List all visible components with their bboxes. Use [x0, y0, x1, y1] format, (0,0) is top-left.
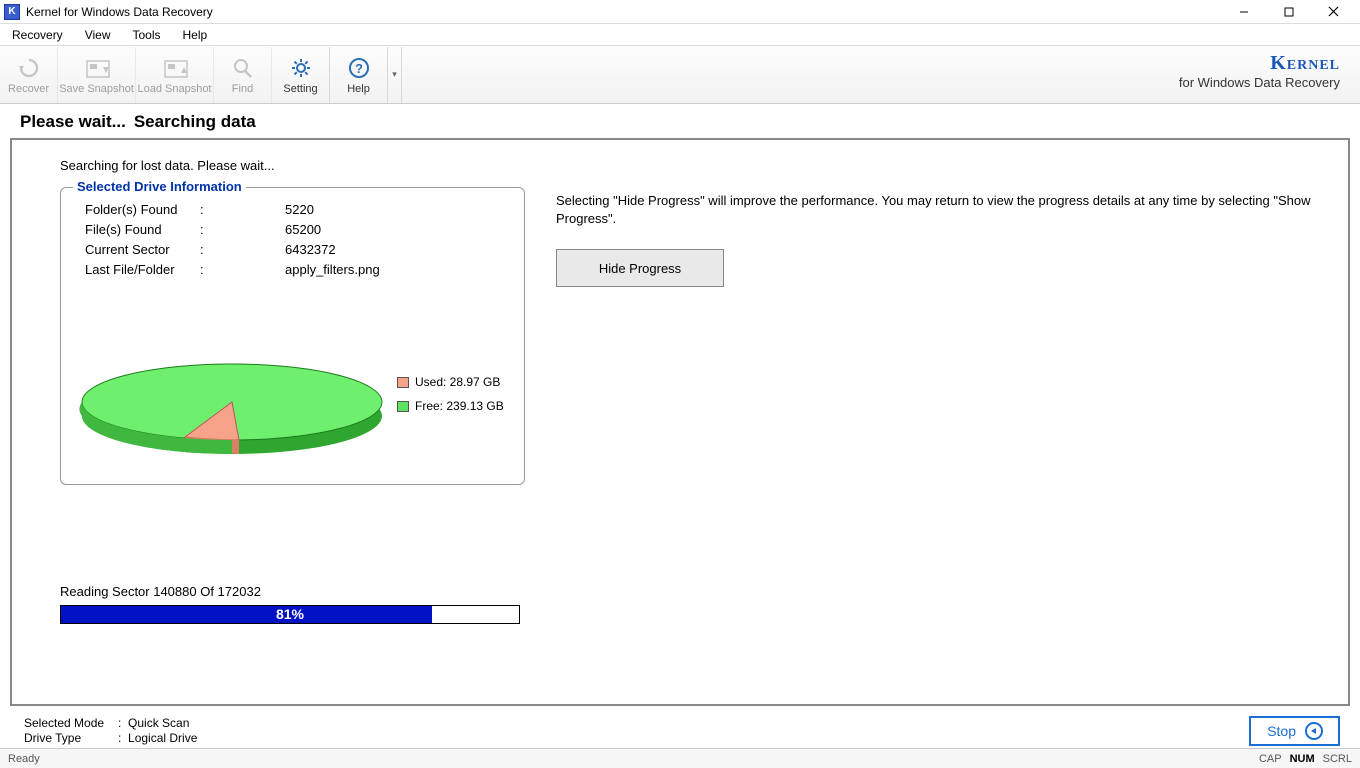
save-snapshot-button: Save Snapshot	[58, 47, 136, 103]
used-swatch	[397, 377, 409, 388]
main-panel: Searching for lost data. Please wait... …	[10, 138, 1350, 706]
gear-icon	[287, 55, 315, 81]
status-num: NUM	[1290, 753, 1315, 765]
find-icon	[229, 55, 257, 81]
menu-view[interactable]: View	[81, 26, 115, 44]
legend-free: Free: 239.13 GB	[397, 399, 504, 413]
selected-mode-row: Selected Mode : Quick Scan	[24, 716, 197, 730]
last-value: apply_filters.png	[285, 262, 380, 277]
load-snapshot-button: Load Snapshot	[136, 47, 214, 103]
brand-logo: Kernel for Windows Data Recovery	[1179, 52, 1340, 90]
menu-tools[interactable]: Tools	[128, 26, 164, 44]
sector-label: Current Sector	[85, 242, 200, 257]
find-button: Find	[214, 47, 272, 103]
info-row-files: File(s) Found : 65200	[85, 222, 512, 237]
hide-progress-tip: Selecting "Hide Progress" will improve t…	[556, 192, 1318, 227]
pie-chart	[67, 324, 397, 474]
load-snapshot-icon	[161, 55, 189, 81]
help-button[interactable]: ? Help	[330, 47, 388, 103]
stop-button[interactable]: Stop	[1249, 716, 1340, 746]
drive-type-row: Drive Type : Logical Drive	[24, 731, 197, 745]
window-title: Kernel for Windows Data Recovery	[26, 5, 213, 19]
app-icon: K	[4, 4, 20, 20]
mode-label: Selected Mode	[24, 716, 118, 730]
setting-button[interactable]: Setting	[272, 47, 330, 103]
close-button[interactable]	[1311, 0, 1356, 24]
status-cap: CAP	[1259, 753, 1282, 765]
statusbar: Ready CAP NUM SCRL	[0, 748, 1360, 768]
status-scrl: SCRL	[1323, 753, 1352, 765]
drive-label: Drive Type	[24, 731, 118, 745]
last-label: Last File/Folder	[85, 262, 200, 277]
brand-name: Kernel	[1179, 52, 1340, 75]
stop-icon	[1304, 721, 1324, 741]
footer-row: Selected Mode : Quick Scan Drive Type : …	[0, 712, 1360, 748]
setting-label: Setting	[283, 83, 317, 95]
progress-area: Reading Sector 140880 Of 172032 81%	[60, 584, 520, 624]
stop-label: Stop	[1267, 723, 1296, 739]
info-row-last: Last File/Folder : apply_filters.png	[85, 262, 512, 277]
recover-label: Recover	[8, 83, 49, 95]
drive-info-fieldset: Selected Drive Information Folder(s) Fou…	[60, 187, 525, 485]
sector-value: 6432372	[285, 242, 336, 257]
menu-recovery[interactable]: Recovery	[8, 26, 67, 44]
recover-button: Recover	[0, 47, 58, 103]
info-row-folders: Folder(s) Found : 5220	[85, 202, 512, 217]
menubar: Recovery View Tools Help	[0, 24, 1360, 46]
legend-used: Used: 28.97 GB	[397, 375, 504, 389]
progress-text: Reading Sector 140880 Of 172032	[60, 584, 520, 599]
progress-percent: 81%	[61, 606, 519, 623]
recover-icon	[15, 55, 43, 81]
heading-searching: Searching data	[134, 112, 256, 132]
help-icon: ?	[345, 55, 373, 81]
fieldset-legend: Selected Drive Information	[73, 179, 246, 194]
drive-value: Logical Drive	[128, 731, 197, 745]
files-value: 65200	[285, 222, 321, 237]
save-snapshot-label: Save Snapshot	[59, 83, 134, 95]
brand-sub: for Windows Data Recovery	[1179, 75, 1340, 90]
progress-bar: 81%	[60, 605, 520, 624]
legend-free-text: Free: 239.13 GB	[415, 399, 504, 413]
status-ready: Ready	[8, 753, 40, 765]
free-swatch	[397, 401, 409, 412]
minimize-button[interactable]	[1221, 0, 1266, 24]
toolbar-overflow[interactable]: ▾	[388, 47, 402, 103]
page-heading: Please wait... Searching data	[0, 104, 1360, 138]
legend-used-text: Used: 28.97 GB	[415, 375, 500, 389]
maximize-button[interactable]	[1266, 0, 1311, 24]
titlebar: K Kernel for Windows Data Recovery	[0, 0, 1360, 24]
find-label: Find	[232, 83, 253, 95]
mode-value: Quick Scan	[128, 716, 189, 730]
hide-progress-button[interactable]: Hide Progress	[556, 249, 724, 287]
save-snapshot-icon	[83, 55, 111, 81]
svg-text:?: ?	[355, 61, 363, 76]
pie-legend: Used: 28.97 GB Free: 239.13 GB	[397, 375, 504, 423]
searching-text: Searching for lost data. Please wait...	[60, 158, 1308, 173]
files-label: File(s) Found	[85, 222, 200, 237]
load-snapshot-label: Load Snapshot	[137, 83, 211, 95]
heading-wait: Please wait...	[20, 112, 126, 132]
folders-label: Folder(s) Found	[85, 202, 200, 217]
help-label: Help	[347, 83, 370, 95]
folders-value: 5220	[285, 202, 314, 217]
info-row-sector: Current Sector : 6432372	[85, 242, 512, 257]
toolbar: Recover Save Snapshot Load Snapshot Find…	[0, 46, 1360, 104]
menu-help[interactable]: Help	[179, 26, 212, 44]
